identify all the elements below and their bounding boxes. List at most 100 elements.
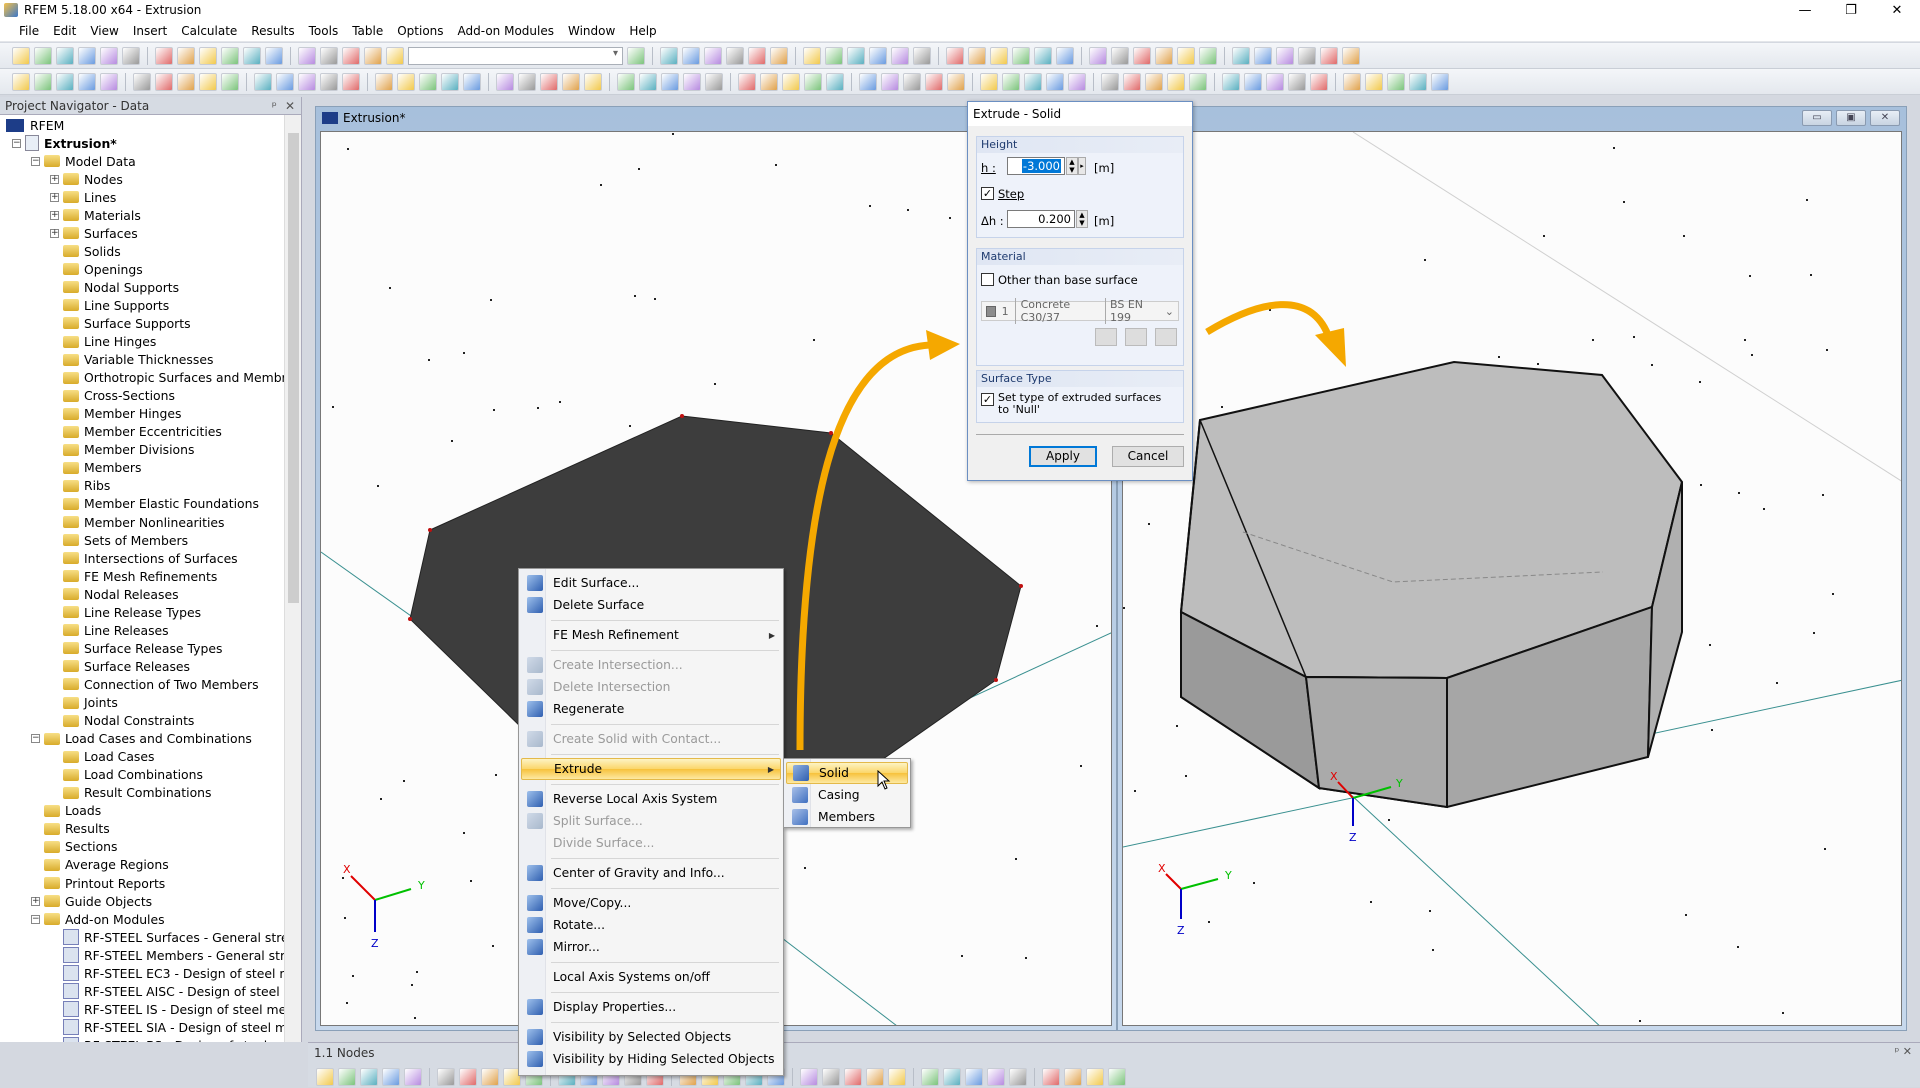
tree-item[interactable]: Load Cases [50, 748, 154, 766]
toolbar-button-icon[interactable] [1254, 46, 1272, 65]
context-menu-item[interactable]: Rotate... [521, 914, 781, 936]
toolbar-button-icon[interactable] [265, 46, 283, 65]
toolbar-button-icon[interactable] [338, 1068, 356, 1086]
height-pick-button[interactable]: ▸ [1078, 157, 1086, 175]
toolbar-button-icon[interactable] [562, 72, 580, 91]
toolbar-button-icon[interactable] [12, 46, 30, 65]
toolbar-button-icon[interactable] [342, 72, 360, 91]
toolbar-button-icon[interactable] [298, 46, 316, 65]
menu-edit[interactable]: Edit [46, 24, 83, 38]
toolbar-button-icon[interactable] [1199, 46, 1217, 65]
toolbar-button-icon[interactable] [1101, 72, 1119, 91]
toolbar-button-icon[interactable] [320, 72, 338, 91]
tree-item[interactable]: + Lines [50, 188, 116, 206]
tree-item[interactable]: Connection of Two Members [50, 675, 259, 693]
toolbar-button-icon[interactable] [1387, 72, 1405, 91]
toolbar-button-icon[interactable] [342, 46, 360, 65]
toolbar-button-icon[interactable] [78, 46, 96, 65]
toolbar-button-icon[interactable] [913, 46, 931, 65]
toolbar-button-icon[interactable] [584, 72, 602, 91]
context-menu-item[interactable]: Local Axis Systems on/off [521, 966, 781, 988]
menu-insert[interactable]: Insert [126, 24, 174, 38]
step-height-spinner[interactable]: ▲ ▼ [1076, 210, 1088, 228]
tree-item[interactable]: Surface Supports [50, 314, 191, 332]
context-menu-item[interactable]: Regenerate [521, 698, 781, 720]
context-menu-item[interactable]: Visibility by Selected Objects [521, 1026, 781, 1048]
height-input[interactable]: -3.000 [1007, 157, 1065, 175]
tree-item[interactable]: + Nodes [50, 170, 123, 188]
collapse-icon[interactable]: − [12, 138, 21, 148]
toolbar-button-icon[interactable] [100, 46, 118, 65]
toolbar-button-icon[interactable] [617, 72, 635, 91]
tree-project[interactable]: − Extrusion* [12, 134, 117, 152]
material-library-button[interactable] [1095, 328, 1117, 346]
toolbar-button-icon[interactable] [682, 46, 700, 65]
tree-item[interactable]: Average Regions [31, 856, 169, 874]
other-material-checkbox[interactable] [981, 273, 994, 286]
toolbar-button-icon[interactable] [990, 46, 1008, 65]
toolbar-button-icon[interactable] [320, 46, 338, 65]
toolbar-button-icon[interactable] [1012, 46, 1030, 65]
tree-item[interactable]: Solids [50, 242, 121, 260]
toolbar-button-icon[interactable] [199, 46, 217, 65]
toolbar-button-icon[interactable] [276, 72, 294, 91]
tree-item[interactable]: Line Hinges [50, 333, 156, 351]
tree-item[interactable]: Sections [31, 838, 118, 856]
toolbar-button-icon[interactable] [1288, 72, 1306, 91]
toolbar-button-icon[interactable] [1009, 1068, 1027, 1086]
height-spinner[interactable]: ▲ ▼ [1066, 157, 1078, 175]
tree-item[interactable]: Member Divisions [50, 441, 194, 459]
extruded-solid[interactable] [1179, 360, 1684, 809]
tree-item[interactable]: Member Hinges [50, 405, 181, 423]
tree-item[interactable]: RF-STEEL IS - Design of steel members [50, 1000, 284, 1018]
toolbar-button-icon[interactable] [1222, 72, 1240, 91]
toolbar-button-icon[interactable] [704, 46, 722, 65]
tree-item[interactable]: Loads [31, 802, 101, 820]
tree-item[interactable]: RF-STEEL SIA - Design of steel members [50, 1018, 284, 1036]
tree-item[interactable]: Line Release Types [50, 603, 201, 621]
toolbar-button-icon[interactable] [1068, 72, 1086, 91]
close-button[interactable]: ✕ [1874, 0, 1920, 20]
expand-icon[interactable]: + [50, 192, 59, 202]
mdi-maximize-button[interactable]: ▣ [1836, 110, 1866, 126]
collapse-icon[interactable]: − [31, 156, 40, 166]
tree-item[interactable]: Openings [50, 260, 143, 278]
toolbar-button-icon[interactable] [441, 72, 459, 91]
toolbar-button-icon[interactable] [1266, 72, 1284, 91]
toolbar-button-icon[interactable] [1089, 46, 1107, 65]
toolbar-button-icon[interactable] [437, 1068, 455, 1086]
context-menu-item[interactable]: Edit Surface... [521, 572, 781, 594]
tree-item[interactable]: RF-STEEL Surfaces - General stress analy… [50, 928, 284, 946]
pin-icon[interactable]: ᵖ [272, 99, 277, 113]
toolbar-button-icon[interactable] [943, 1068, 961, 1086]
toolbar-button-icon[interactable] [1276, 46, 1294, 65]
tree-item[interactable]: RF-STEEL BS - Design of steel members [50, 1036, 284, 1042]
toolbar-button-icon[interactable] [496, 72, 514, 91]
menu-calculate[interactable]: Calculate [174, 24, 244, 38]
toolbar-button-icon[interactable] [888, 1068, 906, 1086]
toolbar-button-icon[interactable] [1189, 72, 1207, 91]
context-menu-item[interactable]: FE Mesh Refinement ▶ [521, 624, 781, 646]
toolbar-button-icon[interactable] [1108, 1068, 1126, 1086]
new-material-button[interactable] [1125, 328, 1147, 346]
context-menu-item[interactable]: Reverse Local Axis System [521, 788, 781, 810]
toolbar-button-icon[interactable] [726, 46, 744, 65]
menu-tools[interactable]: Tools [302, 24, 346, 38]
tree-item[interactable]: Results [31, 820, 110, 838]
tree-item[interactable]: Nodal Releases [50, 585, 179, 603]
toolbar-button-icon[interactable] [254, 72, 272, 91]
toolbar-button-icon[interactable] [770, 46, 788, 65]
toolbar-button-icon[interactable] [1155, 46, 1173, 65]
toolbar-button-icon[interactable] [243, 46, 261, 65]
tree-item[interactable]: Nodal Supports [50, 278, 179, 296]
tree-item[interactable]: + Surfaces [50, 224, 138, 242]
toolbar-button-icon[interactable] [1133, 46, 1151, 65]
tree-item[interactable]: Cross-Sections [50, 387, 175, 405]
toolbar-button-icon[interactable] [1298, 46, 1316, 65]
toolbar-button-icon[interactable] [177, 46, 195, 65]
tree-item[interactable]: Members [50, 459, 141, 477]
toolbar-button-icon[interactable] [804, 72, 822, 91]
toolbar-button-icon[interactable] [155, 72, 173, 91]
expand-icon[interactable]: + [50, 228, 59, 238]
mdi-close-button[interactable]: ✕ [1870, 110, 1900, 126]
